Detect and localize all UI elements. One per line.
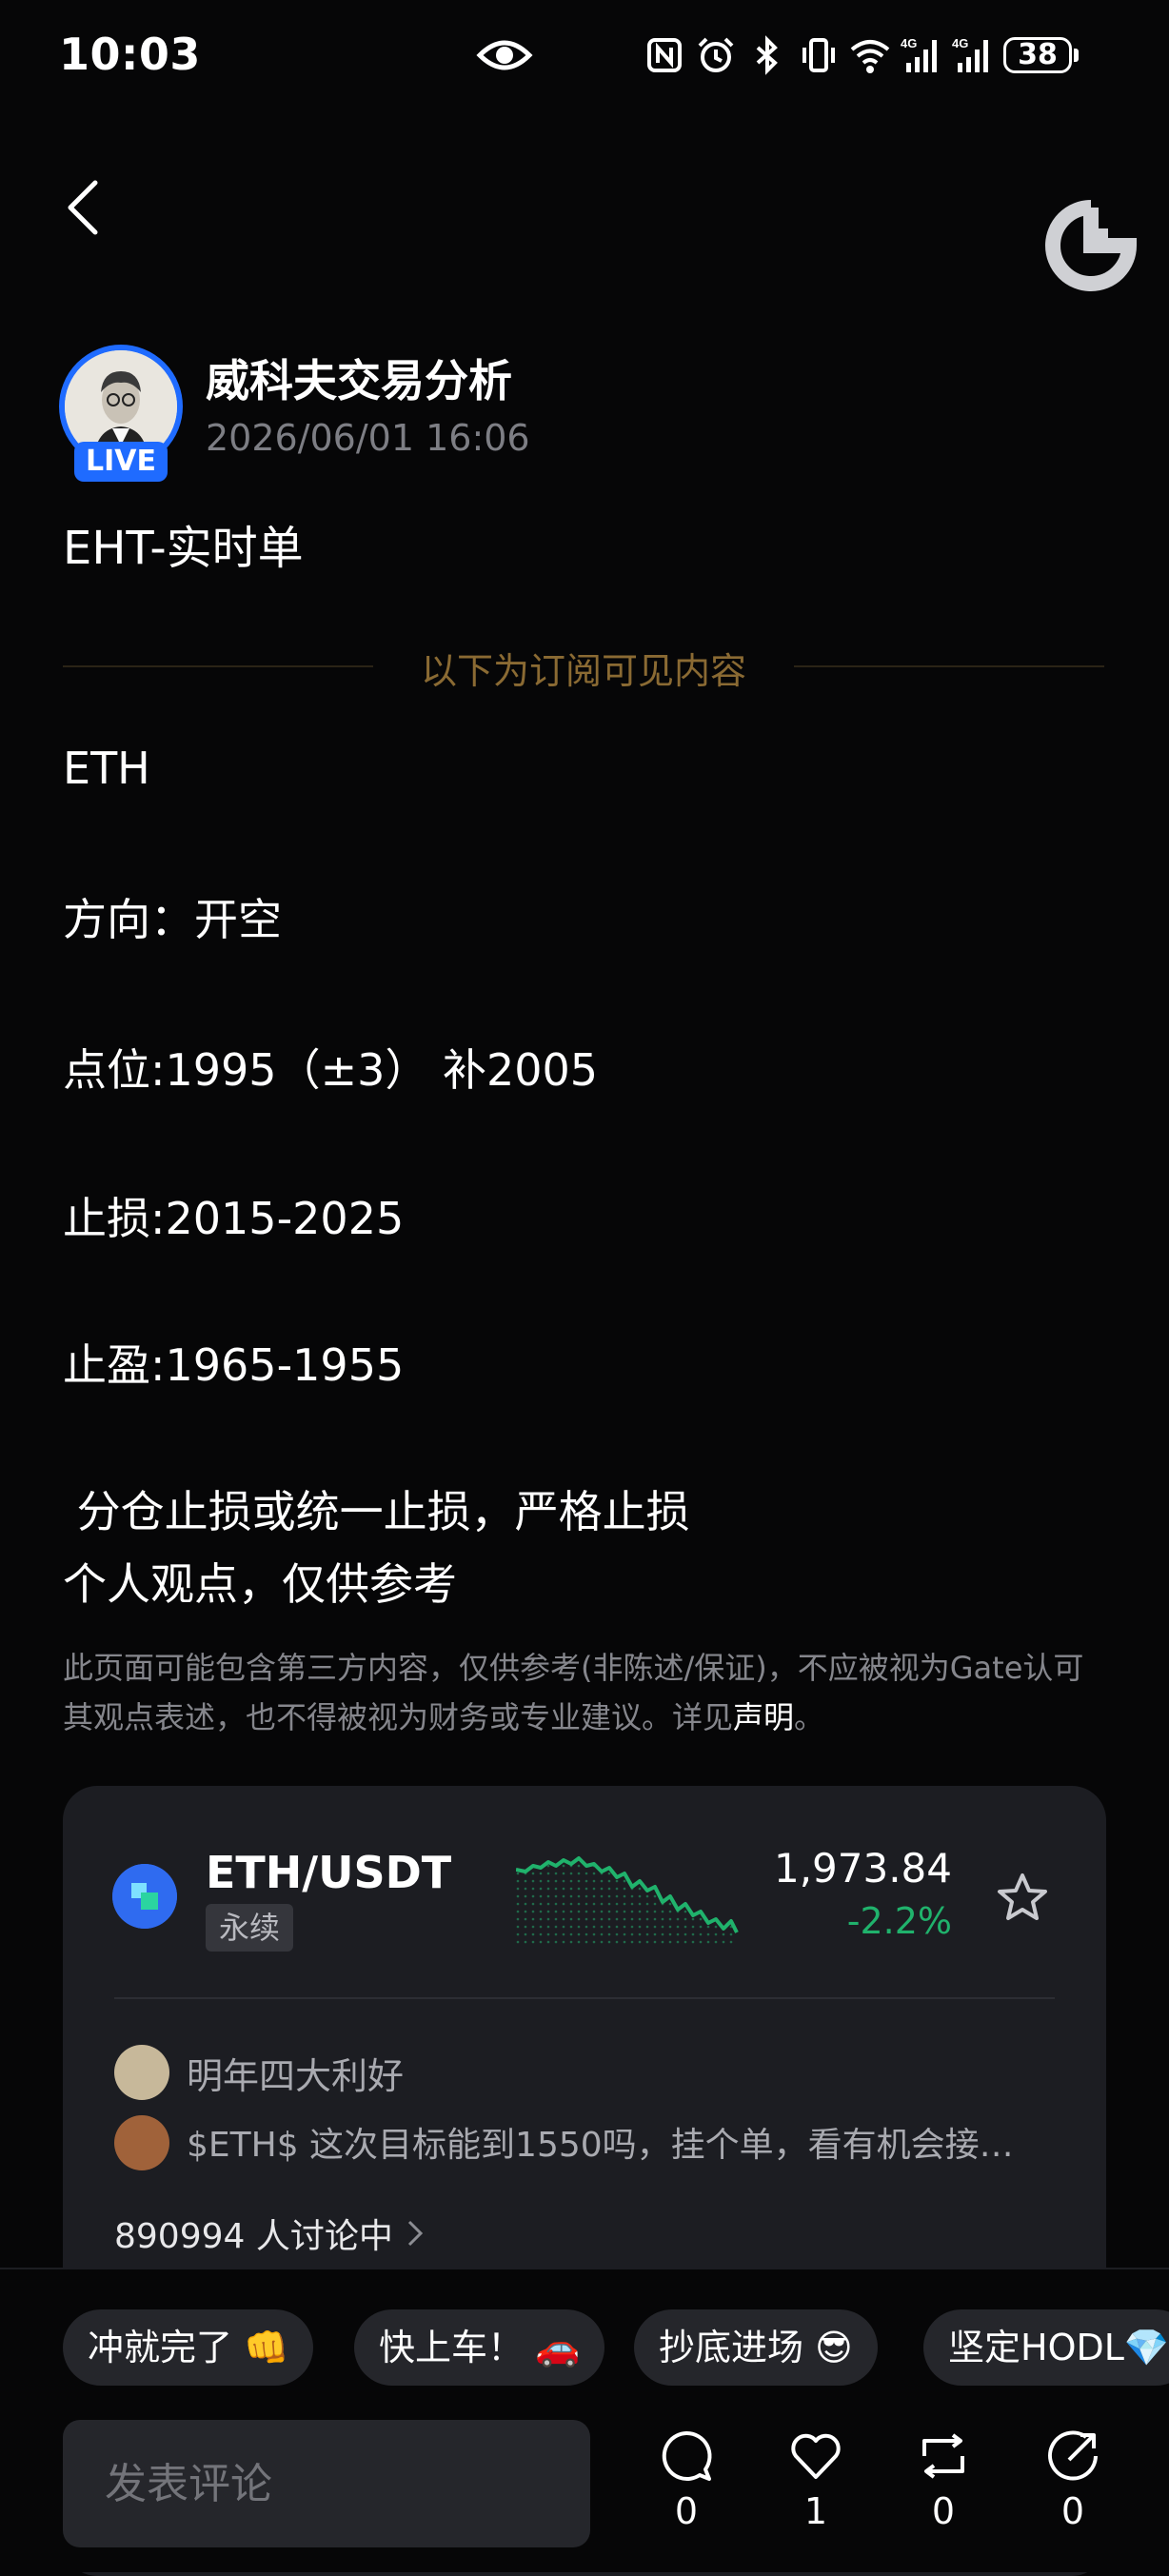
- disclaimer-link[interactable]: 声明: [733, 1699, 794, 1735]
- comment-input[interactable]: [63, 2420, 590, 2547]
- last-price: 1,973.84: [773, 1845, 952, 1892]
- disclaimer-text: 此页面可能包含第三方内容，仅供参考(非陈述/保证)，不应被视为Gate认可其观点…: [63, 1650, 1084, 1735]
- like-button[interactable]: 1: [773, 2427, 859, 2532]
- status-icons: 4G 4G 38: [644, 30, 1079, 80]
- repost-button[interactable]: 0: [901, 2427, 986, 2532]
- post-timestamp: 2026/06/01 16:06: [206, 417, 530, 459]
- repost-icon: [922, 2433, 964, 2479]
- share-button[interactable]: 0: [1030, 2427, 1116, 2532]
- divider-line: [63, 665, 373, 667]
- content-disclaimer: 此页面可能包含第三方内容，仅供参考(非陈述/保证)，不应被视为Gate认可其观点…: [63, 1643, 1110, 1742]
- reaction-chip[interactable]: 快上车！ 🚗: [354, 2309, 605, 2386]
- reaction-chip[interactable]: 冲就完了 👊: [63, 2309, 314, 2386]
- pair-name: ETH/USDT: [206, 1847, 452, 1898]
- comment-count: 0: [674, 2490, 699, 2532]
- back-button[interactable]: [61, 175, 107, 240]
- share-count: 0: [1060, 2490, 1085, 2532]
- svg-text:4G: 4G: [952, 36, 968, 50]
- perpetual-tag: 永续: [206, 1904, 294, 1952]
- post-line-symbol: ETH: [63, 743, 150, 794]
- post-line-entry: 点位:1995（±3） 补2005: [63, 1044, 599, 1096]
- comment-preview[interactable]: 明年四大利好: [187, 2047, 404, 2099]
- status-time: 10:03: [59, 29, 201, 80]
- divider-line: [794, 665, 1104, 667]
- bottom-bar: 冲就完了 👊 快上车！ 🚗 抄底进场 😎 坚定HODL💎 0 1 0 0: [0, 2268, 1169, 2572]
- eye-icon: [476, 40, 533, 70]
- reaction-chip[interactable]: 坚定HODL💎: [923, 2309, 1169, 2386]
- comment-icon: [662, 2430, 712, 2481]
- svg-text:4G: 4G: [901, 36, 917, 50]
- subscriber-divider-label: 以下为订阅可见内容: [420, 650, 746, 692]
- post-line-disclaimer-note: 个人观点，仅供参考: [63, 1558, 457, 1610]
- post-line-stop-loss: 止损:2015-2025: [63, 1193, 405, 1244]
- post-line-take-profit: 止盈:1965-1955: [63, 1339, 405, 1391]
- comment-button[interactable]: 0: [644, 2427, 729, 2532]
- bluetooth-icon: [756, 35, 778, 75]
- price-change: -2.2%: [846, 1900, 952, 1942]
- like-count: 1: [803, 2490, 828, 2532]
- battery-level: 38: [1003, 37, 1072, 73]
- comment-preview[interactable]: $ETH$ 这次目标能到1550吗，挂个单，看有机会接…: [187, 2117, 1100, 2167]
- chevron-right-icon[interactable]: [404, 2216, 426, 2250]
- reaction-chip[interactable]: 抄底进场 😎: [634, 2309, 878, 2386]
- heart-icon: [791, 2433, 841, 2479]
- price-sparkline: [516, 1856, 739, 1944]
- live-badge: LIVE: [74, 442, 168, 482]
- author-name[interactable]: 威科夫交易分析: [206, 347, 512, 409]
- signal-4g-icon-2: 4G: [952, 36, 988, 72]
- share-icon: [1048, 2430, 1098, 2481]
- gate-coin-icon: [112, 1864, 177, 1929]
- post-title: EHT-实时单: [63, 522, 304, 575]
- signal-4g-icon: 4G: [901, 36, 937, 72]
- commenter-avatar[interactable]: [114, 2045, 169, 2100]
- nfc-icon: [647, 38, 682, 72]
- disclaimer-end: 。: [794, 1699, 825, 1735]
- gate-logo-icon[interactable]: [1045, 200, 1137, 291]
- commenter-avatar[interactable]: [114, 2115, 169, 2170]
- favorite-star-icon[interactable]: [994, 1870, 1051, 1927]
- card-divider: [114, 1997, 1055, 1999]
- repost-count: 0: [931, 2490, 956, 2532]
- battery-indicator: 38: [1003, 37, 1079, 73]
- alarm-icon: [698, 37, 734, 72]
- post-line-direction: 方向：开空: [63, 894, 282, 945]
- vibrate-icon: [802, 38, 835, 72]
- discussion-count[interactable]: 890994 人讨论中: [114, 2209, 393, 2258]
- wifi-icon: [850, 40, 890, 73]
- post-line-risk-note: 分仓止损或统一止损，严格止损: [63, 1486, 690, 1537]
